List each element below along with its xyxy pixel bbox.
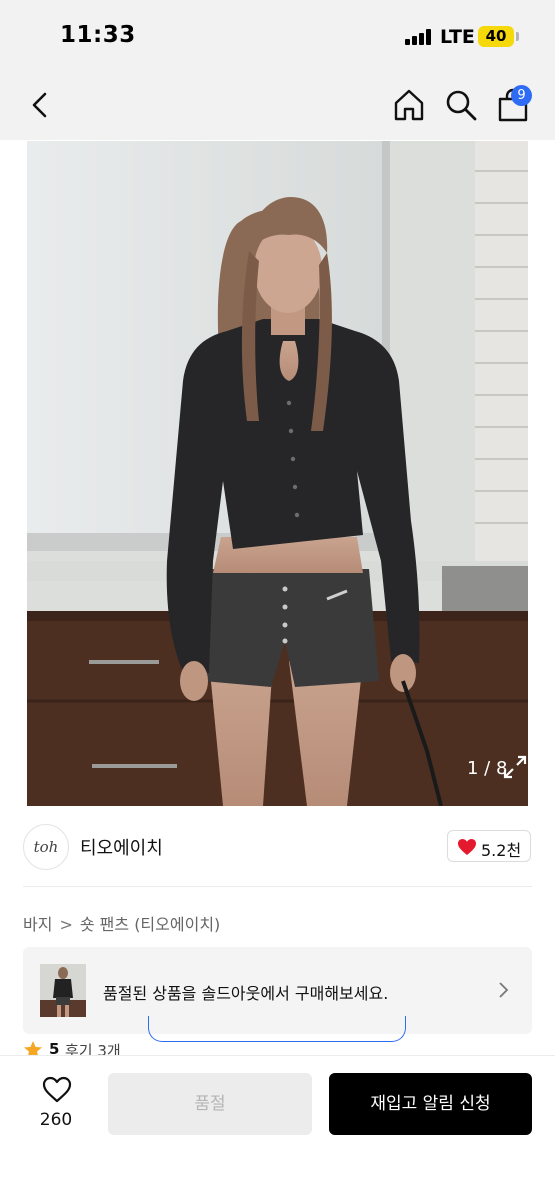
soldout-button: 품절 bbox=[108, 1073, 312, 1135]
battery-cap bbox=[516, 32, 519, 41]
chevron-right-icon: > bbox=[59, 915, 73, 934]
brand-name[interactable]: 티오에이치 bbox=[80, 834, 163, 860]
banner-text: 품절된 상품을 솔드아웃에서 구매해보세요. bbox=[103, 984, 389, 1003]
battery-level: 40 bbox=[485, 27, 507, 45]
star-icon bbox=[24, 1041, 42, 1056]
chevron-right-icon bbox=[499, 982, 509, 998]
expand-icon bbox=[503, 755, 527, 779]
search-icon bbox=[446, 90, 477, 121]
breadcrumb: 바지 > 숏 팬츠 (티오에이치) bbox=[23, 911, 220, 935]
brand-like-button[interactable]: 5.2천 bbox=[447, 830, 531, 862]
home-icon bbox=[394, 89, 424, 121]
status-time: 11:33 bbox=[60, 22, 136, 48]
breadcrumb-item-subcategory[interactable]: 숏 팬츠 (티오에이치) bbox=[80, 911, 220, 935]
heart-icon bbox=[42, 1076, 72, 1103]
bottom-action-bar: 260 품절 재입고 알림 신청 bbox=[0, 1055, 555, 1200]
signal-icon bbox=[405, 29, 431, 45]
network-type: LTE bbox=[440, 26, 475, 48]
brand-like-count: 5.2천 bbox=[481, 841, 522, 860]
breadcrumb-item-category[interactable]: 바지 bbox=[23, 911, 52, 935]
battery-icon: 40 bbox=[478, 26, 514, 47]
brand-logo[interactable]: toh bbox=[23, 824, 69, 870]
wishlist-count: 260 bbox=[39, 1110, 73, 1130]
back-arrow-icon bbox=[32, 92, 47, 118]
product-photo[interactable]: 1 / 8 bbox=[27, 141, 528, 806]
cart-badge: 9 bbox=[511, 85, 532, 106]
home-button[interactable] bbox=[390, 86, 428, 124]
review-count: 후기 3개 bbox=[65, 1042, 121, 1056]
rating-value: 5 bbox=[49, 1040, 60, 1056]
divider bbox=[23, 886, 532, 887]
nav-bar bbox=[0, 70, 555, 140]
status-bar: 11:33 LTE 40 bbox=[0, 0, 555, 70]
brand-row[interactable]: toh 티오에이치 5.2천 bbox=[0, 806, 555, 886]
rating-row[interactable]: 5 후기 3개 bbox=[23, 1036, 532, 1056]
banner-thumbnail bbox=[40, 964, 86, 1017]
search-button[interactable] bbox=[442, 86, 480, 124]
back-button[interactable] bbox=[24, 88, 58, 122]
product-image bbox=[27, 141, 528, 806]
wishlist-button[interactable]: 260 bbox=[26, 1072, 86, 1136]
heart-icon bbox=[458, 839, 476, 855]
restock-alert-button[interactable]: 재입고 알림 신청 bbox=[329, 1073, 532, 1135]
expand-button[interactable] bbox=[501, 753, 528, 781]
